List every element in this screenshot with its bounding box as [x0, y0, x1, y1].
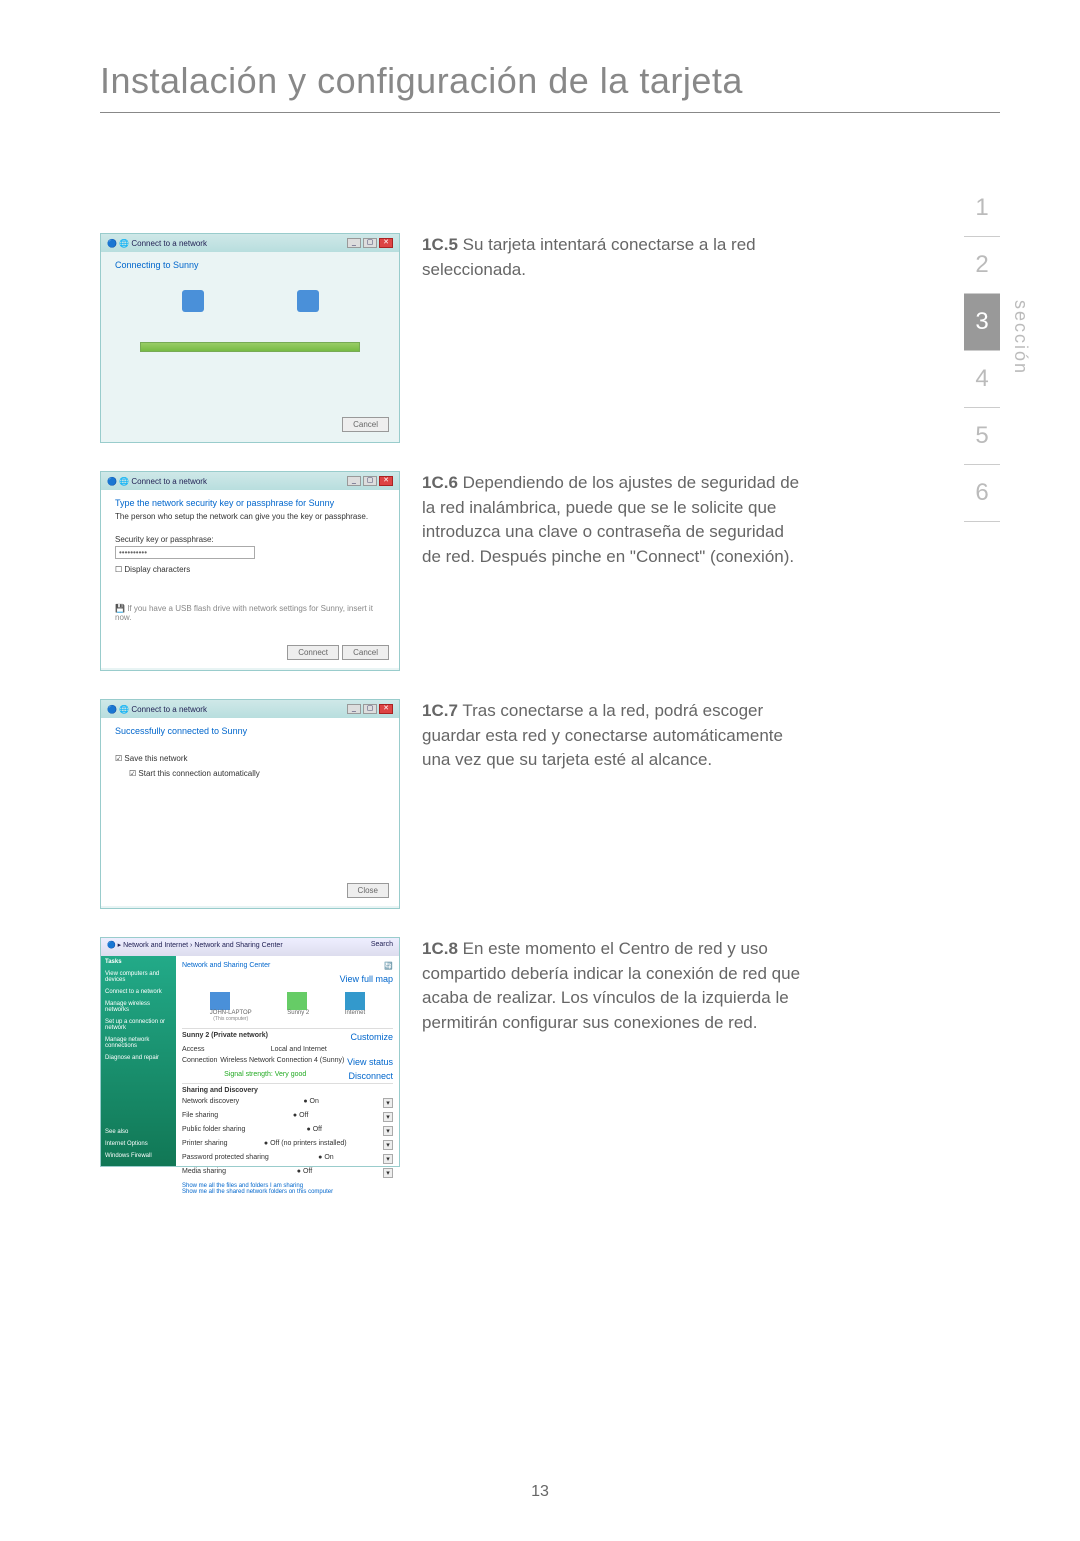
dialog-title: Connect to a network	[131, 239, 207, 248]
step-body: Su tarjeta intentará conectarse a la red…	[422, 235, 756, 279]
progress-bar	[140, 342, 360, 352]
nav-item-5[interactable]: 5	[964, 408, 1000, 465]
sidebar-item[interactable]: Manage wireless networks	[101, 998, 176, 1016]
network-icon	[297, 290, 319, 312]
close-icon[interactable]: ✕	[379, 476, 393, 486]
sidebar-item[interactable]: Connect to a network	[101, 986, 176, 998]
maximize-icon[interactable]: ▢	[363, 476, 377, 486]
nav-item-3[interactable]: 3	[964, 294, 1000, 351]
usb-hint: 💾 If you have a USB flash drive with net…	[115, 604, 385, 622]
nav-item-6[interactable]: 6	[964, 465, 1000, 522]
sidebar-item[interactable]: Set up a connection or network	[101, 1016, 176, 1034]
network-icon	[287, 992, 307, 1010]
close-icon[interactable]: ✕	[379, 238, 393, 248]
passphrase-prompt: Type the network security key or passphr…	[115, 498, 385, 508]
globe-icon	[345, 992, 365, 1010]
customize-link[interactable]: Customize	[350, 1032, 393, 1042]
sidebar-item[interactable]: Manage network connections	[101, 1034, 176, 1052]
pc-icon	[210, 992, 230, 1010]
breadcrumb[interactable]: Network and Internet › Network and Shari…	[123, 942, 283, 949]
passphrase-input[interactable]: ••••••••••	[115, 546, 255, 559]
save-network-checkbox[interactable]: ☑ Save this network	[115, 754, 385, 763]
close-button[interactable]: Close	[347, 883, 389, 898]
dialog-title: Connect to a network	[131, 477, 207, 486]
section-label: sección	[1010, 300, 1031, 375]
step-number: 1C.5	[422, 235, 458, 254]
chevron-down-icon[interactable]: ▾	[383, 1112, 393, 1122]
main-panel: Network and Sharing Center🔄 View full ma…	[176, 956, 399, 1166]
chevron-down-icon[interactable]: ▾	[383, 1140, 393, 1150]
pc-icon	[182, 290, 204, 312]
chevron-down-icon[interactable]: ▾	[383, 1126, 393, 1136]
step-number: 1C.7	[422, 701, 458, 720]
success-text: Successfully connected to Sunny	[115, 726, 385, 736]
step-1c6: 🔵 🌐 Connect to a network _▢✕ Type the ne…	[100, 471, 1000, 671]
step-1c7-text: 1C.7 Tras conectarse a la red, podrá esc…	[422, 699, 802, 773]
minimize-icon[interactable]: _	[347, 476, 361, 486]
cancel-button[interactable]: Cancel	[342, 417, 389, 432]
footer-link[interactable]: Show me all the shared network folders o…	[182, 1189, 393, 1195]
dialog-title: Connect to a network	[131, 705, 207, 714]
minimize-icon[interactable]: _	[347, 238, 361, 248]
display-characters-checkbox[interactable]: ☐ Display characters	[115, 565, 385, 574]
nav-item-1[interactable]: 1	[964, 180, 1000, 237]
cancel-button[interactable]: Cancel	[342, 645, 389, 660]
screenshot-1c8: 🔵 ▸ Network and Internet › Network and S…	[100, 937, 400, 1167]
chevron-down-icon[interactable]: ▾	[383, 1154, 393, 1164]
step-1c6-text: 1C.6 Dependiendo de los ajustes de segur…	[422, 471, 802, 570]
minimize-icon[interactable]: _	[347, 704, 361, 714]
sharing-group: Sharing and Discovery	[182, 1087, 258, 1094]
auto-connect-checkbox[interactable]: ☑ Start this connection automatically	[129, 769, 385, 778]
sidebar: Tasks View computers and devices Connect…	[101, 956, 176, 1166]
maximize-icon[interactable]: ▢	[363, 704, 377, 714]
step-body: En este momento el Centro de red y uso c…	[422, 939, 800, 1032]
step-number: 1C.6	[422, 473, 458, 492]
sidebar-seealso: See also	[101, 1126, 176, 1138]
disconnect-link[interactable]: Disconnect	[348, 1071, 393, 1081]
connecting-text: Connecting to Sunny	[115, 260, 385, 270]
step-body: Tras conectarse a la red, podrá escoger …	[422, 701, 783, 769]
connect-button[interactable]: Connect	[287, 645, 339, 660]
sidebar-item[interactable]: Diagnose and repair	[101, 1052, 176, 1064]
screenshot-1c5: 🔵 🌐 Connect to a network _▢✕ Connecting …	[100, 233, 400, 443]
sidebar-item[interactable]: Internet Options	[101, 1138, 176, 1150]
page-number: 13	[531, 1483, 549, 1501]
content-area: 🔵 🌐 Connect to a network _▢✕ Connecting …	[100, 233, 1000, 1167]
search-input[interactable]: Search	[371, 941, 393, 953]
step-number: 1C.8	[422, 939, 458, 958]
network-group: Sunny 2 (Private network)	[182, 1032, 268, 1042]
maximize-icon[interactable]: ▢	[363, 238, 377, 248]
screenshot-1c6: 🔵 🌐 Connect to a network _▢✕ Type the ne…	[100, 471, 400, 671]
nav-item-4[interactable]: 4	[964, 351, 1000, 408]
screenshot-1c7: 🔵 🌐 Connect to a network _▢✕ Successfull…	[100, 699, 400, 909]
view-status-link[interactable]: View status	[347, 1057, 393, 1067]
step-1c8-text: 1C.8 En este momento el Centro de red y …	[422, 937, 802, 1036]
step-1c7: 🔵 🌐 Connect to a network _▢✕ Successfull…	[100, 699, 1000, 909]
close-icon[interactable]: ✕	[379, 704, 393, 714]
sidebar-item[interactable]: Windows Firewall	[101, 1150, 176, 1162]
step-1c5: 🔵 🌐 Connect to a network _▢✕ Connecting …	[100, 233, 1000, 443]
page-title: Instalación y configuración de la tarjet…	[100, 60, 1000, 113]
view-full-map-link[interactable]: View full map	[340, 974, 393, 984]
field-label: Security key or passphrase:	[115, 535, 385, 544]
nav-item-2[interactable]: 2	[964, 237, 1000, 294]
step-body: Dependiendo de los ajustes de seguridad …	[422, 473, 799, 566]
sidebar-tasks: Tasks	[101, 956, 176, 968]
main-title: Network and Sharing Center	[182, 962, 270, 970]
chevron-down-icon[interactable]: ▾	[383, 1168, 393, 1178]
chevron-down-icon[interactable]: ▾	[383, 1098, 393, 1108]
step-1c5-text: 1C.5 Su tarjeta intentará conectarse a l…	[422, 233, 802, 282]
sidebar-item[interactable]: View computers and devices	[101, 968, 176, 986]
passphrase-hint: The person who setup the network can giv…	[115, 512, 385, 521]
section-navigation: 1 2 3 4 5 6 sección	[964, 180, 1000, 522]
step-1c8: 🔵 ▸ Network and Internet › Network and S…	[100, 937, 1000, 1167]
